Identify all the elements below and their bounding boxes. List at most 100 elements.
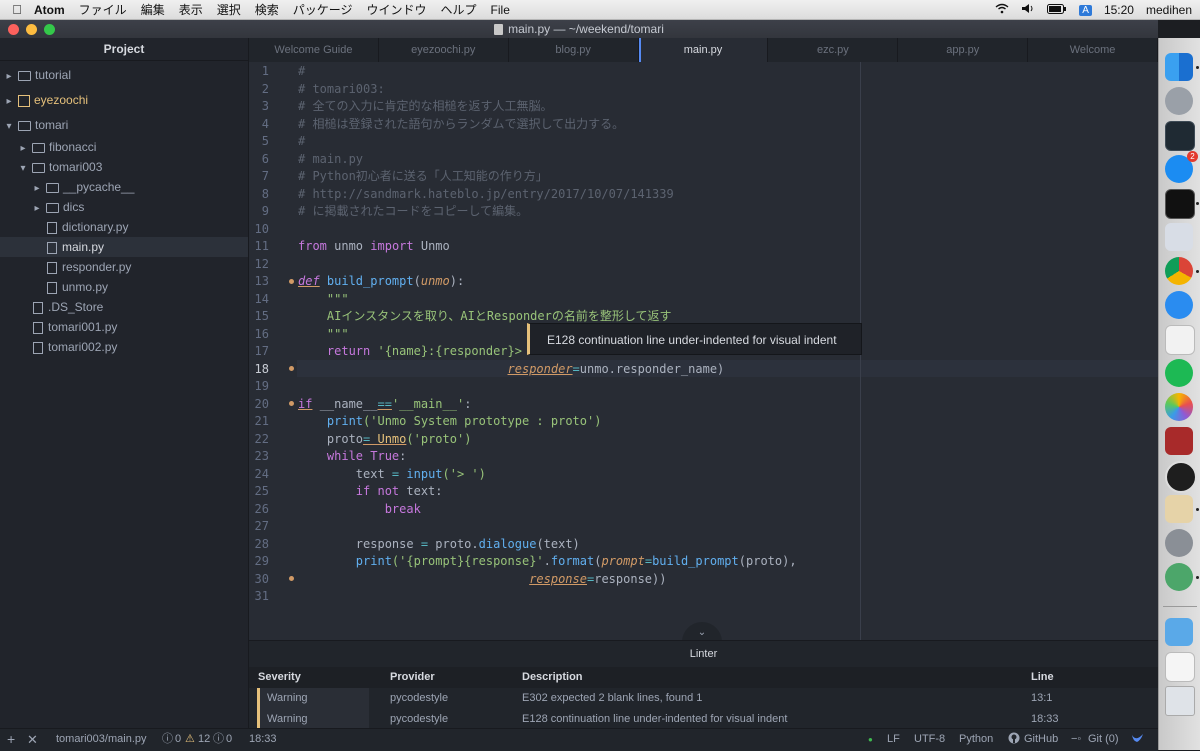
wifi-icon[interactable] bbox=[995, 3, 1009, 17]
warning-count-icon[interactable]: ⚠ bbox=[185, 729, 195, 750]
info-count[interactable]: 0 bbox=[226, 729, 232, 750]
error-count-icon[interactable]: ⓘ bbox=[162, 729, 173, 750]
menu-view[interactable]: 表示 bbox=[179, 1, 203, 18]
music-icon[interactable] bbox=[1165, 325, 1195, 355]
close-window-icon[interactable] bbox=[8, 24, 19, 35]
tab-main[interactable]: main.py bbox=[638, 38, 769, 62]
tree-folder-fibonacci[interactable]: ▸ fibonacci bbox=[0, 137, 248, 157]
terminal-icon[interactable] bbox=[1165, 189, 1195, 219]
minimize-window-icon[interactable] bbox=[26, 24, 37, 35]
line-ending[interactable]: LF bbox=[887, 729, 900, 750]
tree-folder-tomari[interactable]: ▾ tomari bbox=[0, 115, 248, 135]
battery-icon[interactable] bbox=[1047, 3, 1067, 17]
tree-project-eyezoochi[interactable]: ▸ eyezoochi bbox=[0, 90, 248, 110]
menu-find[interactable]: 検索 bbox=[255, 1, 279, 18]
grammar-selector[interactable]: Python bbox=[959, 729, 993, 750]
input-method-icon[interactable]: A bbox=[1079, 4, 1092, 16]
zoom-window-icon[interactable] bbox=[44, 24, 55, 35]
tab-eyezoochi[interactable]: eyezoochi.py bbox=[379, 38, 509, 62]
atom-icon[interactable] bbox=[1165, 563, 1193, 591]
tab-app[interactable]: app.py bbox=[898, 38, 1029, 62]
tab-welcome[interactable]: Welcome bbox=[1028, 38, 1159, 62]
apple-menu-icon[interactable]:  bbox=[0, 2, 34, 17]
column-header-provider[interactable]: Provider bbox=[390, 667, 435, 688]
linter-row[interactable]: Warning pycodestyle E302 expected 2 blan… bbox=[249, 688, 1158, 709]
github-label[interactable]: GitHub bbox=[1024, 729, 1058, 750]
folder-icon bbox=[18, 120, 31, 131]
error-count[interactable]: 0 bbox=[175, 729, 181, 750]
linter-title: Linter bbox=[689, 648, 718, 660]
menu-file-extra[interactable]: File bbox=[491, 3, 510, 17]
tree-file-tomari001[interactable]: tomari001.py bbox=[0, 317, 248, 337]
menubar-user[interactable]: medihen bbox=[1146, 3, 1192, 17]
menu-file[interactable]: ファイル bbox=[79, 1, 127, 18]
tree-file-tomari002[interactable]: tomari002.py bbox=[0, 337, 248, 357]
tree-file-responder[interactable]: responder.py bbox=[0, 257, 248, 277]
document-stack-icon[interactable] bbox=[1165, 652, 1195, 682]
chrome-icon[interactable] bbox=[1165, 257, 1193, 285]
launchpad-icon[interactable] bbox=[1165, 87, 1193, 115]
system-preferences-icon[interactable] bbox=[1165, 529, 1193, 557]
git-status[interactable]: Git (0) bbox=[1088, 729, 1119, 750]
menu-edit[interactable]: 編集 bbox=[141, 1, 165, 18]
code-token: from bbox=[298, 239, 327, 253]
lint-warning-marker[interactable] bbox=[289, 576, 294, 581]
bird-icon[interactable] bbox=[1131, 729, 1145, 750]
spotify-icon[interactable] bbox=[1165, 359, 1193, 387]
menu-packages[interactable]: パッケージ bbox=[293, 1, 353, 18]
tree-file-main[interactable]: main.py bbox=[0, 237, 248, 257]
tab-welcome-guide[interactable]: Welcome Guide bbox=[249, 38, 379, 62]
lint-warning-marker[interactable] bbox=[289, 366, 294, 371]
text-edit-icon[interactable] bbox=[1165, 495, 1193, 523]
volume-icon[interactable] bbox=[1021, 3, 1035, 17]
git-branch-icon[interactable]: −◦ bbox=[1071, 729, 1081, 750]
warning-count[interactable]: 12 bbox=[198, 729, 210, 750]
column-header-severity[interactable]: Severity bbox=[258, 667, 301, 688]
safari-icon[interactable] bbox=[1165, 291, 1193, 319]
running-indicator bbox=[1196, 508, 1199, 511]
line-number-gutter[interactable]: 1 2 3 4 5 6 7 8 9 10 11 12 13 14 15 16 1… bbox=[249, 62, 297, 640]
column-header-line[interactable]: Line bbox=[1031, 667, 1054, 688]
line-cell[interactable]: 18:33 bbox=[1031, 709, 1059, 730]
chevron-right-icon: ▸ bbox=[6, 96, 12, 107]
tree-folder-dics[interactable]: ▸ dics bbox=[0, 197, 248, 217]
tab-ezc[interactable]: ezc.py bbox=[768, 38, 899, 62]
line-number: 27 bbox=[254, 519, 269, 533]
code-token: == bbox=[377, 396, 392, 411]
tree-folder-pycache[interactable]: ▸ __pycache__ bbox=[0, 177, 248, 197]
script-editor-icon[interactable] bbox=[1165, 461, 1197, 493]
menu-window[interactable]: ウインドウ bbox=[367, 1, 427, 18]
add-project-icon[interactable]: + bbox=[7, 729, 15, 750]
trash-icon[interactable] bbox=[1165, 686, 1195, 716]
tree-file-unmo[interactable]: unmo.py bbox=[0, 277, 248, 297]
lint-warning-marker[interactable] bbox=[289, 401, 294, 406]
finder-icon[interactable] bbox=[1165, 53, 1193, 81]
tree-folder-tutorial[interactable]: ▸ tutorial bbox=[0, 65, 248, 85]
info-count-icon[interactable]: ⓘ bbox=[213, 729, 224, 750]
tree-file-dictionary[interactable]: dictionary.py bbox=[0, 217, 248, 237]
menu-app-name[interactable]: Atom bbox=[34, 3, 65, 17]
line-number: 18 bbox=[254, 361, 269, 376]
tree-folder-tomari003[interactable]: ▾ tomari003 bbox=[0, 157, 248, 177]
github-icon[interactable] bbox=[1008, 729, 1020, 750]
menubar-clock[interactable]: 15:20 bbox=[1104, 3, 1134, 17]
lint-warning-marker[interactable] bbox=[289, 279, 294, 284]
code-line: """ bbox=[298, 291, 349, 306]
tab-blog[interactable]: blog.py bbox=[509, 38, 639, 62]
file-encoding[interactable]: UTF-8 bbox=[914, 729, 945, 750]
code-line: responder=unmo.responder_name) bbox=[298, 361, 725, 379]
line-cell[interactable]: 13:1 bbox=[1031, 688, 1052, 709]
preview-icon[interactable] bbox=[1165, 223, 1193, 251]
photos-icon[interactable] bbox=[1165, 393, 1193, 421]
column-header-description[interactable]: Description bbox=[522, 667, 583, 688]
cursor-position[interactable]: 18:33 bbox=[249, 729, 277, 750]
tree-file-ds-store[interactable]: .DS_Store bbox=[0, 297, 248, 317]
menu-help[interactable]: ヘルプ bbox=[441, 1, 477, 18]
status-file-path[interactable]: tomari003/main.py bbox=[56, 729, 147, 750]
dictionary-icon[interactable] bbox=[1165, 427, 1193, 455]
applications-folder-icon[interactable] bbox=[1165, 618, 1193, 646]
close-icon[interactable]: ✕ bbox=[27, 729, 38, 750]
menu-selection[interactable]: 選択 bbox=[217, 1, 241, 18]
app-dashboard-icon[interactable] bbox=[1165, 121, 1195, 151]
linter-row[interactable]: Warning pycodestyle E128 continuation li… bbox=[249, 709, 1158, 730]
